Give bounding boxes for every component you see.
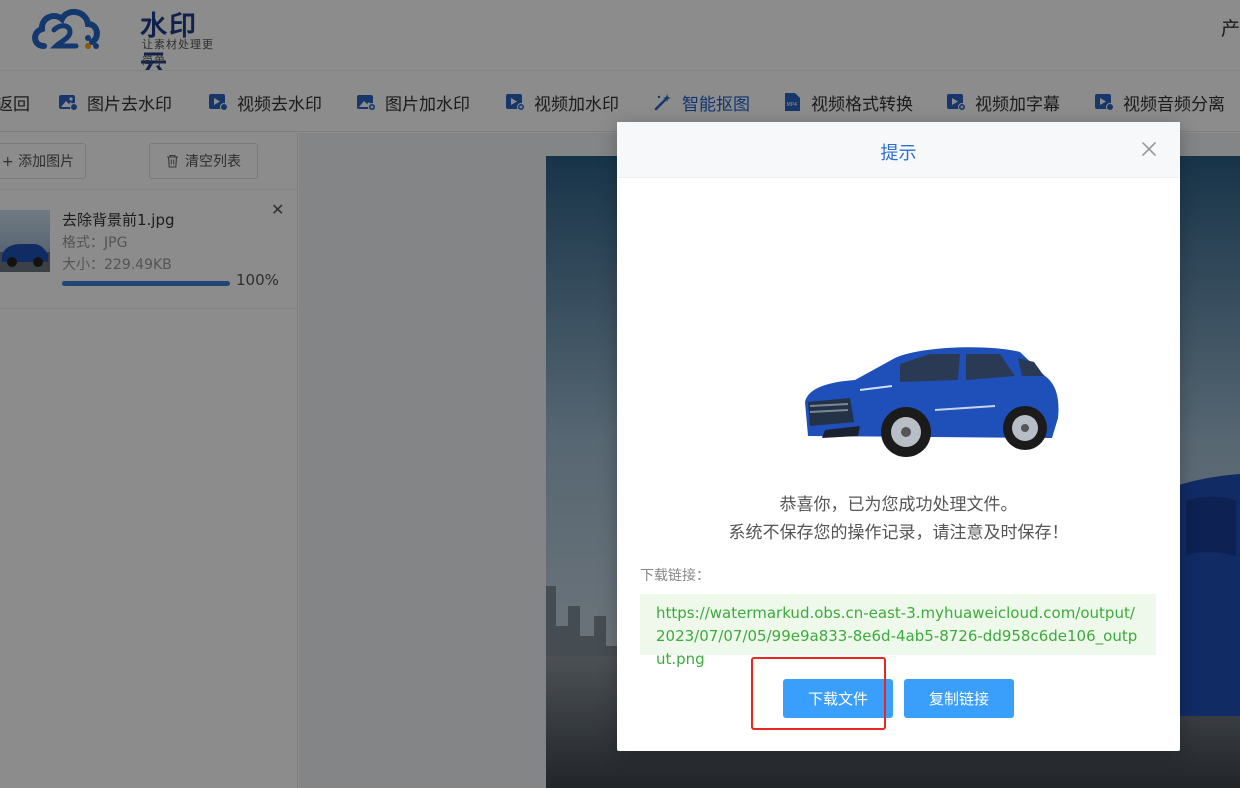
- dialog-title: 提示: [880, 143, 917, 164]
- highlight-box: [751, 657, 886, 730]
- close-icon[interactable]: [1139, 139, 1159, 159]
- save-reminder: 系统不保存您的操作记录，请注意及时保存！: [728, 523, 1069, 543]
- result-dialog: 提示 恭喜你，已为您成功处理文件。 系统不保存您的操作记录，请注意及时保存！ 下…: [617, 122, 1180, 751]
- download-link-label: 下载链接：: [640, 568, 710, 584]
- result-car-image: [805, 347, 1059, 457]
- dialog-header: 提示: [617, 122, 1180, 178]
- success-message: 恭喜你，已为您成功处理文件。: [779, 495, 1018, 515]
- copy-link-button[interactable]: 复制链接: [904, 679, 1014, 718]
- download-link[interactable]: https://watermarkud.obs.cn-east-3.myhuaw…: [640, 594, 1156, 668]
